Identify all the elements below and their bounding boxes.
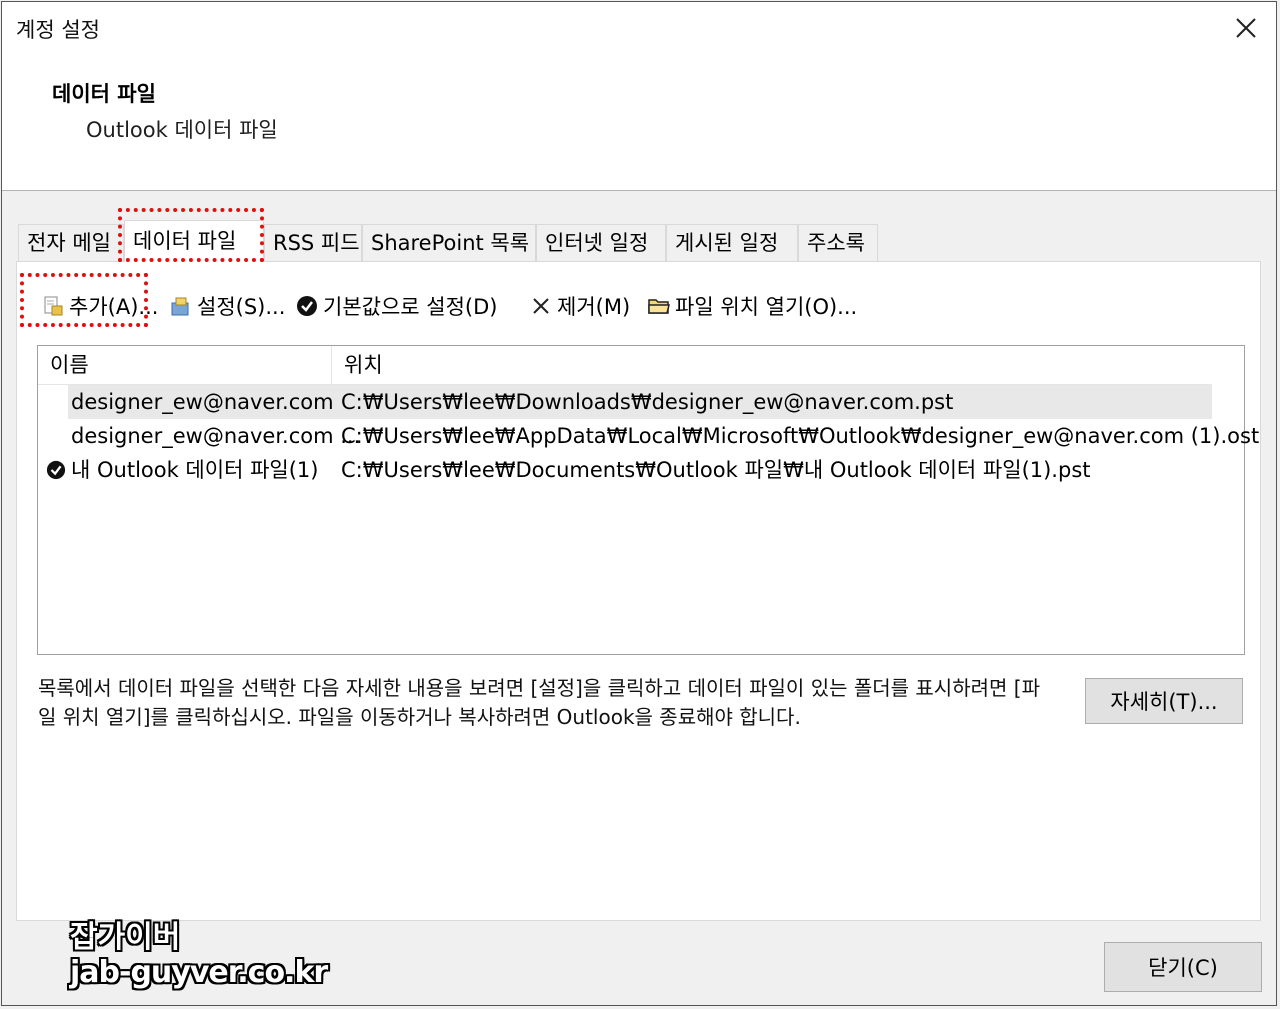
tab-rss-feeds[interactable]: RSS 피드: [264, 224, 362, 261]
details-button[interactable]: 자세히(T)...: [1085, 678, 1243, 724]
watermark: 잡가이버 jab-guyver.co.kr: [70, 920, 328, 990]
close-window-button[interactable]: [1226, 8, 1266, 48]
remove-button[interactable]: 제거(M): [529, 286, 630, 326]
data-files-list[interactable]: 이름 위치 designer_ew@naver.com C:₩Users₩lee…: [37, 345, 1259, 655]
open-file-location-label: 파일 위치 열기(O)...: [675, 295, 858, 319]
list-item[interactable]: designer_ew@naver.com ... C:₩Users₩lee₩A…: [38, 419, 1259, 453]
close-button[interactable]: 닫기(C): [1104, 942, 1262, 992]
add-button-label: 추가(A)...: [69, 295, 159, 319]
tab-email[interactable]: 전자 메일: [18, 224, 124, 261]
close-icon: [1236, 18, 1256, 38]
list-item[interactable]: 내 Outlook 데이터 파일(1) C:₩Users₩lee₩Documen…: [38, 453, 1212, 487]
watermark-line1: 잡가이버: [70, 920, 181, 955]
add-button[interactable]: 추가(A)...: [41, 286, 158, 326]
file-name: designer_ew@naver.com ...: [71, 424, 361, 448]
default-checkmark-icon: [46, 460, 66, 480]
tab-internet-calendars[interactable]: 인터넷 일정: [536, 224, 666, 261]
settings-button[interactable]: 설정(S)...: [169, 286, 285, 326]
toolbar: 추가(A)... 설정(S)... 기본값으로 설정(D) 제거(M) 파일 위…: [41, 286, 1241, 326]
file-name: 내 Outlook 데이터 파일(1): [71, 458, 319, 482]
set-default-button-label: 기본값으로 설정(D): [323, 295, 498, 319]
file-location: C:₩Users₩lee₩Documents₩Outlook 파일₩내 Outl…: [341, 458, 1091, 482]
list-item[interactable]: designer_ew@naver.com C:₩Users₩lee₩Downl…: [68, 385, 1212, 419]
column-header-name[interactable]: 이름: [38, 346, 332, 384]
account-settings-dialog: 계정 설정 데이터 파일 Outlook 데이터 파일 전자 메일 데이터 파일…: [1, 1, 1277, 1006]
remove-x-icon: [529, 294, 553, 318]
remove-button-label: 제거(M): [557, 295, 631, 319]
tab-data-files[interactable]: 데이터 파일: [124, 220, 264, 262]
tab-address-books[interactable]: 주소록: [798, 224, 878, 261]
dialog-header: 계정 설정 데이터 파일 Outlook 데이터 파일: [2, 2, 1276, 191]
data-files-panel: 추가(A)... 설정(S)... 기본값으로 설정(D) 제거(M) 파일 위…: [16, 261, 1261, 921]
settings-icon: [169, 294, 193, 318]
column-header-location[interactable]: 위치: [332, 346, 1212, 384]
folder-icon: [647, 294, 671, 318]
tab-published-calendars[interactable]: 게시된 일정: [666, 224, 798, 261]
checkmark-icon: [295, 294, 319, 318]
file-location: C:₩Users₩lee₩AppData₩Local₩Microsoft₩Out…: [341, 424, 1260, 448]
page-subheading: Outlook 데이터 파일: [86, 118, 278, 142]
tab-sharepoint-lists[interactable]: SharePoint 목록: [362, 224, 536, 261]
help-description: 목록에서 데이터 파일을 선택한 다음 자세한 내용을 보려면 [설정]을 클릭…: [38, 676, 1040, 729]
page-heading: 데이터 파일: [52, 82, 156, 106]
settings-button-label: 설정(S)...: [197, 295, 286, 319]
set-default-button[interactable]: 기본값으로 설정(D): [295, 286, 497, 326]
watermark-line2: jab-guyver.co.kr: [70, 955, 328, 990]
file-location: C:₩Users₩lee₩Downloads₩designer_ew@naver…: [341, 390, 954, 414]
window-title: 계정 설정: [16, 18, 100, 42]
file-name: designer_ew@naver.com: [71, 390, 334, 414]
open-file-location-button[interactable]: 파일 위치 열기(O)...: [647, 286, 857, 326]
add-file-icon: [41, 294, 65, 318]
list-header: 이름 위치: [38, 346, 1212, 385]
